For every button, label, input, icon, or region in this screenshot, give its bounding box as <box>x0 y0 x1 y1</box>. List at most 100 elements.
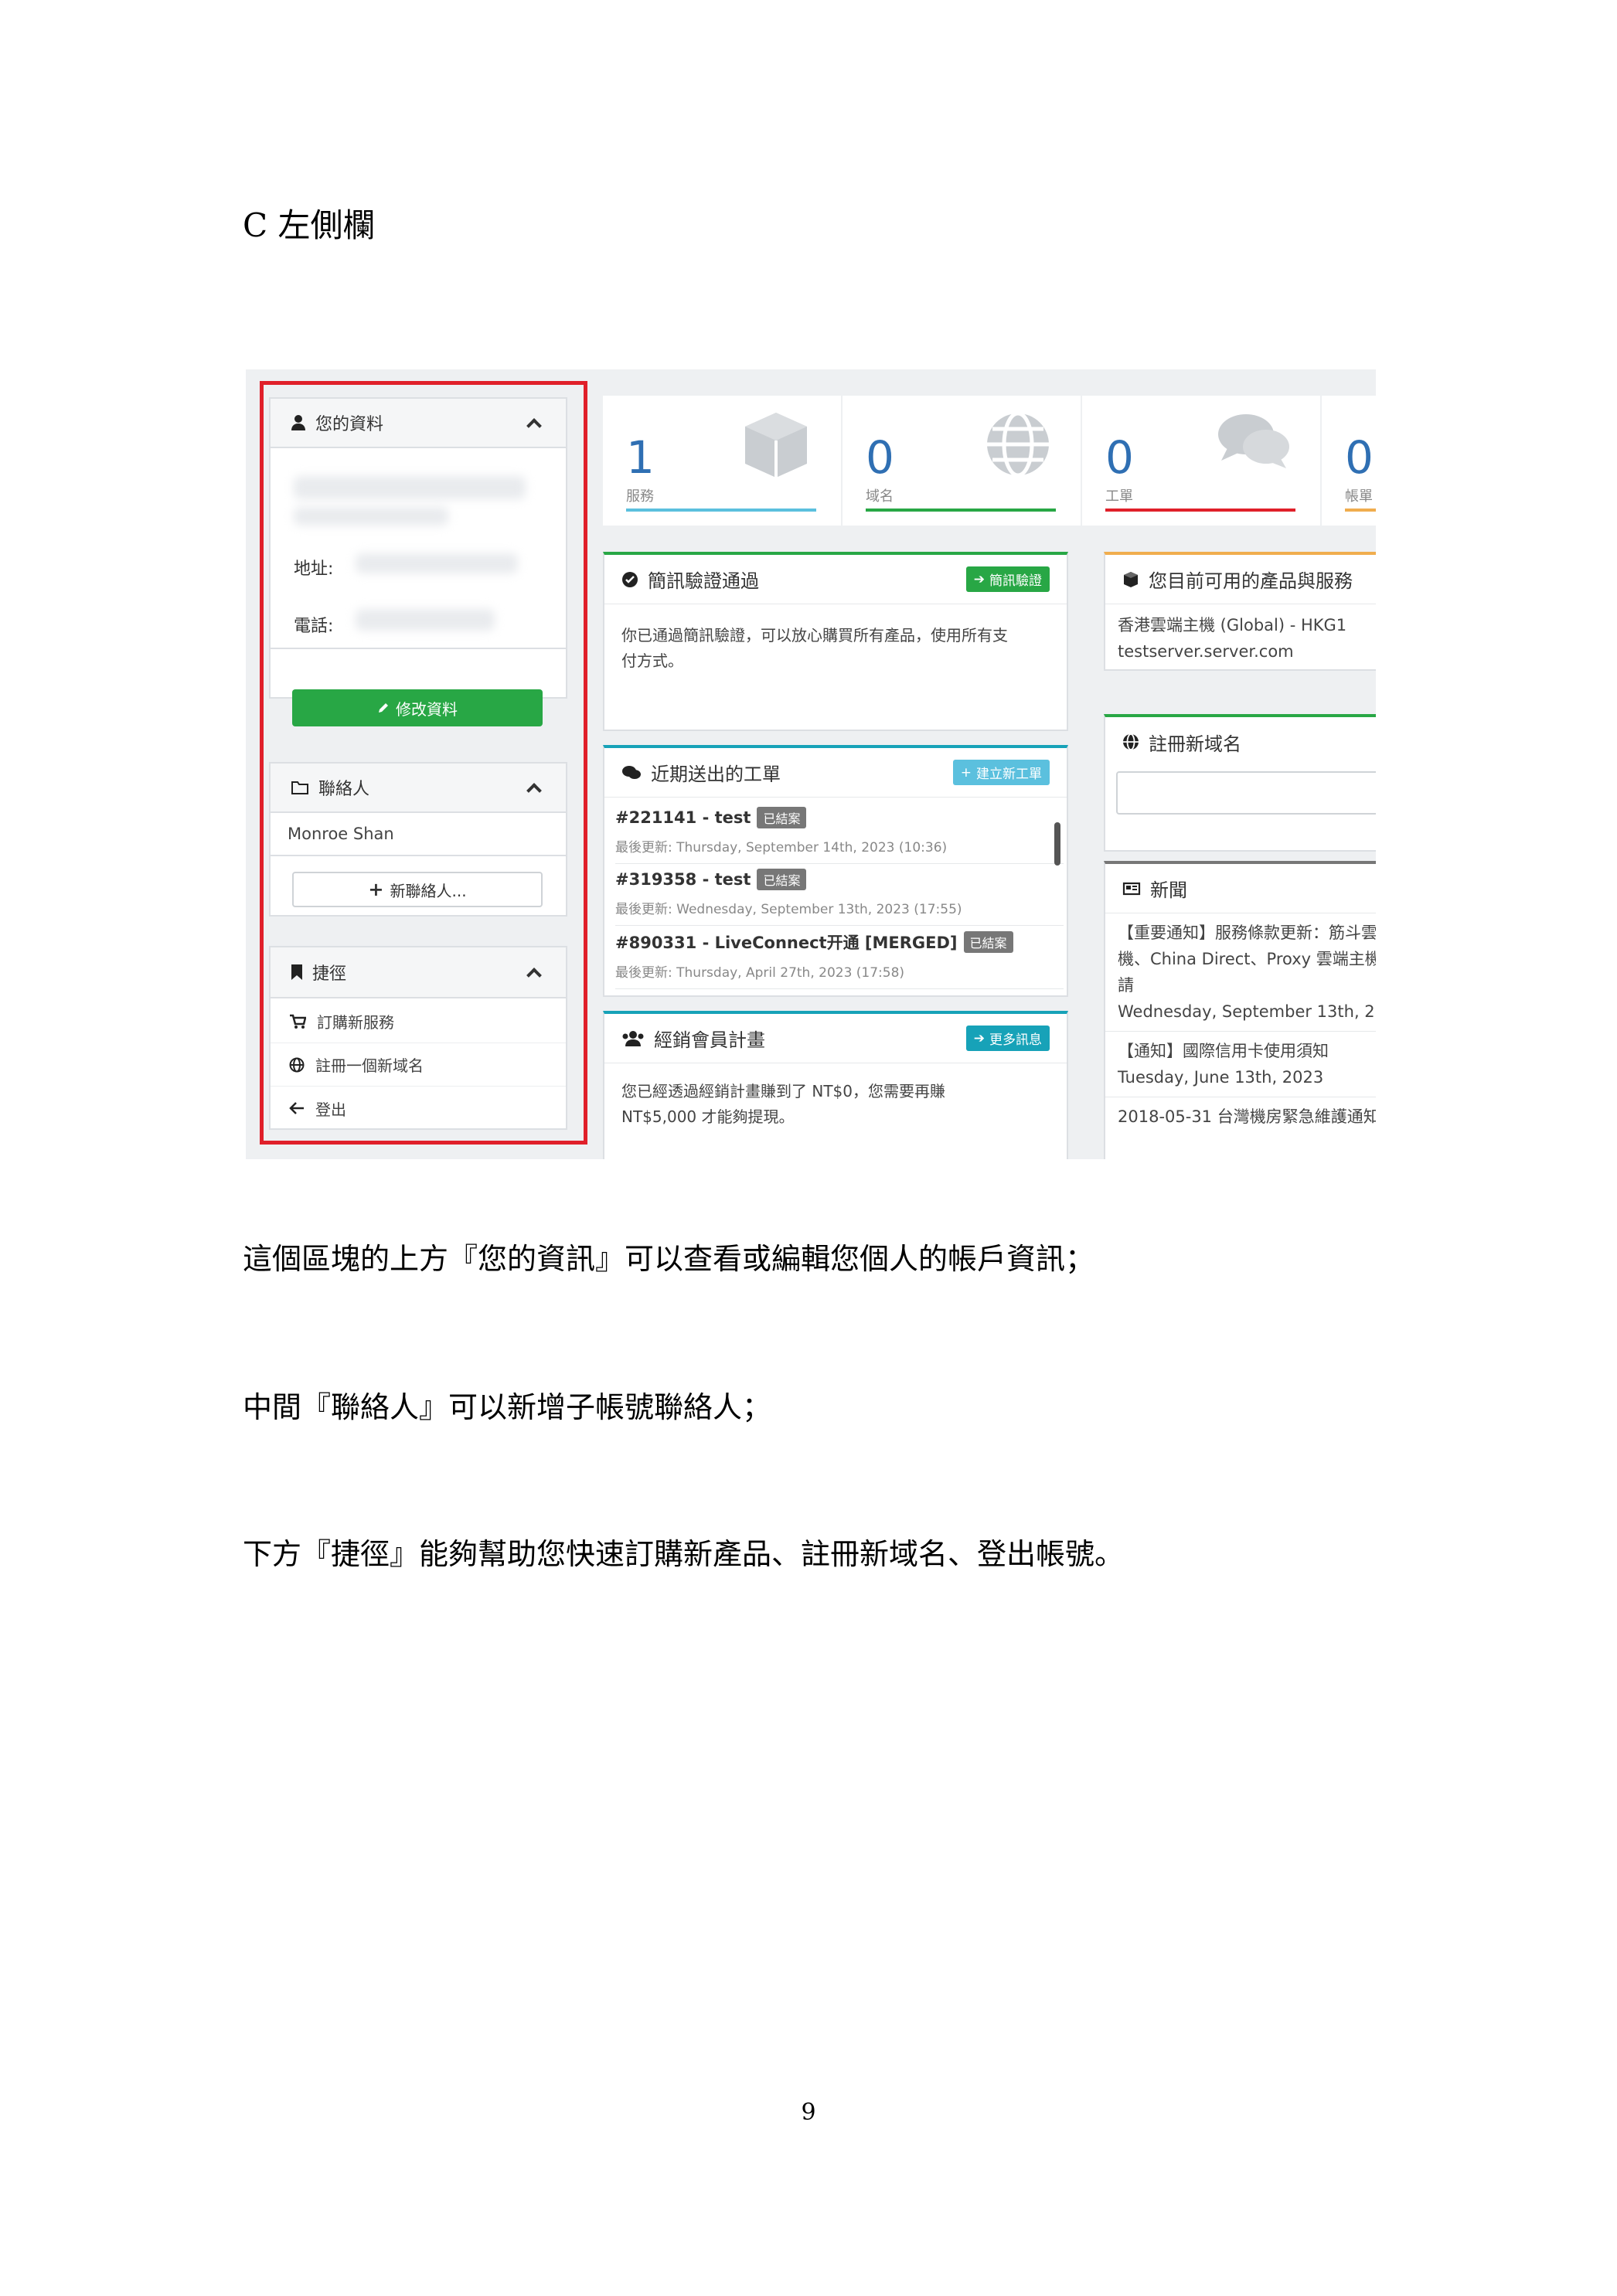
domain-search-input[interactable] <box>1116 771 1376 815</box>
stat-underline <box>626 509 816 512</box>
profile-panel-header[interactable]: 您的資料 <box>271 399 566 448</box>
more-info-button[interactable]: ➔ 更多訊息 <box>965 1026 1050 1051</box>
product-name[interactable]: 香港雲端主機 (Global) - HKG1 <box>1118 612 1376 638</box>
shortcut-order-service[interactable]: 訂購新服務 <box>271 1000 566 1043</box>
shortcut-label: 訂購新服務 <box>317 1013 394 1032</box>
more-info-label: 更多訊息 <box>989 1032 1042 1048</box>
chevron-up-icon[interactable] <box>526 418 542 434</box>
stat-underline <box>1105 509 1295 512</box>
status-badge: 已結案 <box>757 807 807 828</box>
tickets-card-title: 近期送出的工單 <box>651 764 781 785</box>
ticket-row[interactable]: #890331 - LiveConnect开通 [MERGED] 已結案 最後更新… <box>615 930 1064 989</box>
plus-icon: + <box>960 764 972 781</box>
sms-verification-card: 簡訊驗證通過 ➔ 簡訊驗證 你已通過簡訊驗證，可以放心購買所有產品，使用所有支付方… <box>603 552 1068 731</box>
products-card-title: 您目前可用的產品與服務 <box>1149 570 1353 592</box>
stat-value: 1 <box>626 431 655 484</box>
profile-panel: 您的資料 地址: 電話: <box>269 397 567 699</box>
products-card: 您目前可用的產品與服務 香港雲端主機 (Global) - HKG1 tests… <box>1104 552 1376 671</box>
stat-tile-domains[interactable]: 0 域名 <box>843 396 1081 526</box>
plus-icon: + <box>368 879 384 900</box>
sms-card-title: 簡訊驗證通過 <box>648 570 759 592</box>
stat-tile-invoices[interactable]: 0 帳單 <box>1322 396 1376 526</box>
phone-label: 電話: <box>294 617 334 636</box>
new-contact-label: 新聯絡人... <box>390 881 467 900</box>
sms-verify-button[interactable]: ➔ 簡訊驗證 <box>965 566 1050 592</box>
chevron-up-icon[interactable] <box>526 968 542 983</box>
edit-profile-button[interactable]: 修改資料 <box>292 689 543 726</box>
stat-underline <box>1345 509 1376 512</box>
paragraph-shortcuts: 下方『捷徑』能夠幫助您快速訂購新產品、註冊新域名、登出帳號。 <box>243 1537 1125 1571</box>
ticket-title: #319358 - test <box>615 870 751 889</box>
arrow-right-icon: ➔ <box>973 571 985 587</box>
new-ticket-label: 建立新工單 <box>976 767 1042 782</box>
stat-tile-tickets[interactable]: 0 工單 <box>1082 396 1320 526</box>
bookmark-icon <box>291 964 302 980</box>
news-headline: 【重要通知】服務條款更新：筋斗雲 <box>1118 924 1376 942</box>
user-icon <box>291 415 305 430</box>
shortcut-register-domain[interactable]: 註冊一個新域名 <box>271 1043 566 1087</box>
pencil-icon <box>379 703 388 713</box>
news-headline-cont: 請 <box>1118 976 1134 995</box>
stat-label: 服務 <box>626 488 654 505</box>
ticket-row[interactable]: #319358 - test 已結案 最後更新: Wednesday, Septe… <box>615 869 1064 926</box>
status-badge: 已結案 <box>757 869 807 890</box>
contacts-panel-header[interactable]: 聯絡人 <box>271 764 566 813</box>
ticket-row[interactable]: #221141 - test 已結案 最後更新: Thursday, Septem… <box>615 807 1064 864</box>
arrow-left-icon <box>289 1102 304 1114</box>
edit-profile-label: 修改資料 <box>396 699 458 719</box>
newspaper-icon <box>1122 882 1141 895</box>
register-domain-title: 註冊新域名 <box>1149 733 1241 755</box>
ticket-title: #221141 - test <box>615 808 751 827</box>
affiliate-card-title: 經銷會員計畫 <box>654 1029 765 1051</box>
contact-item[interactable]: Monroe Shan <box>271 813 566 856</box>
chevron-up-icon[interactable] <box>526 783 542 798</box>
news-item[interactable]: 【重要通知】服務條款更新：筋斗雲 機、China Direct、Proxy 雲端… <box>1105 913 1376 1032</box>
stat-label: 工單 <box>1105 488 1133 505</box>
comments-icon <box>1218 414 1289 468</box>
news-date: Wednesday, September 13th, 2023 <box>1118 1002 1376 1021</box>
page-number: 9 <box>801 2099 816 2126</box>
shortcut-logout[interactable]: 登出 <box>271 1087 566 1130</box>
paragraph-contacts: 中間『聯絡人』可以新增子帳號聯絡人； <box>243 1390 772 1424</box>
globe-icon <box>1123 733 1139 750</box>
stat-tile-services[interactable]: 1 服務 <box>603 396 841 526</box>
news-item[interactable]: 【通知】國際信用卡使用須知 Tuesday, June 13th, 2023 <box>1105 1032 1376 1097</box>
cube-icon <box>1124 571 1138 587</box>
address-label: 地址: <box>294 560 334 579</box>
ticket-meta: 最後更新: Thursday, April 27th, 2023 (17:58) <box>615 965 905 981</box>
news-card: 新聞 【重要通知】服務條款更新：筋斗雲 機、China Direct、Proxy… <box>1104 861 1376 1159</box>
shortcuts-panel-header[interactable]: 捷徑 <box>271 947 566 998</box>
news-headline: 2018-05-31 台灣機房緊急維護通知 <box>1118 1107 1376 1126</box>
shortcuts-panel-title: 捷徑 <box>312 964 347 984</box>
contact-name: Monroe Shan <box>288 825 394 843</box>
globe-icon <box>289 1057 305 1072</box>
status-badge: 已結案 <box>963 931 1013 953</box>
stat-label: 域名 <box>866 488 894 505</box>
dashboard-screenshot: 您的資料 地址: 電話: 修改資料 聯絡人 Monroe Shan + 新聯絡人… <box>246 369 1376 1159</box>
product-hostname: testserver.server.com <box>1118 642 1294 661</box>
arrow-right-icon: ➔ <box>973 1030 985 1046</box>
globe-icon <box>987 411 1049 478</box>
contacts-panel-title: 聯絡人 <box>318 780 370 799</box>
ticket-meta: 最後更新: Wednesday, September 13th, 2023 (1… <box>615 902 962 917</box>
check-badge-icon <box>622 571 638 587</box>
new-contact-button[interactable]: + 新聯絡人... <box>292 872 543 907</box>
recent-tickets-card: 近期送出的工單 + 建立新工單 #221141 - test 已結案 最後更新: T… <box>603 745 1068 997</box>
shortcut-label: 登出 <box>315 1100 346 1119</box>
news-card-title: 新聞 <box>1150 879 1187 901</box>
shortcuts-panel: 捷徑 訂購新服務 註冊一個新域名 登出 <box>269 946 567 1130</box>
new-ticket-button[interactable]: + 建立新工單 <box>952 760 1050 785</box>
shortcut-label: 註冊一個新域名 <box>315 1056 424 1075</box>
news-headline: 【通知】國際信用卡使用須知 <box>1118 1042 1329 1060</box>
news-item[interactable]: 2018-05-31 台灣機房緊急維護通知 <box>1105 1097 1376 1136</box>
stat-value: 0 <box>1345 431 1374 484</box>
stat-value: 0 <box>1105 431 1134 484</box>
ticket-title: #890331 - LiveConnect开通 [MERGED] <box>615 934 958 952</box>
ticket-scrollbar[interactable] <box>1054 822 1060 866</box>
affiliate-card: 經銷會員計畫 ➔ 更多訊息 您已經透過經銷計畫賺到了 NT$0，您需要再賺 NT$… <box>603 1011 1068 1159</box>
paragraph-your-info: 這個區塊的上方『您的資訊』可以查看或編輯您個人的帳戶資訊； <box>243 1242 1095 1276</box>
ticket-meta: 最後更新: Thursday, September 14th, 2023 (10… <box>615 840 948 855</box>
users-icon <box>622 1030 644 1046</box>
cube-icon <box>745 413 807 478</box>
register-domain-card: 註冊新域名 <box>1104 714 1376 852</box>
